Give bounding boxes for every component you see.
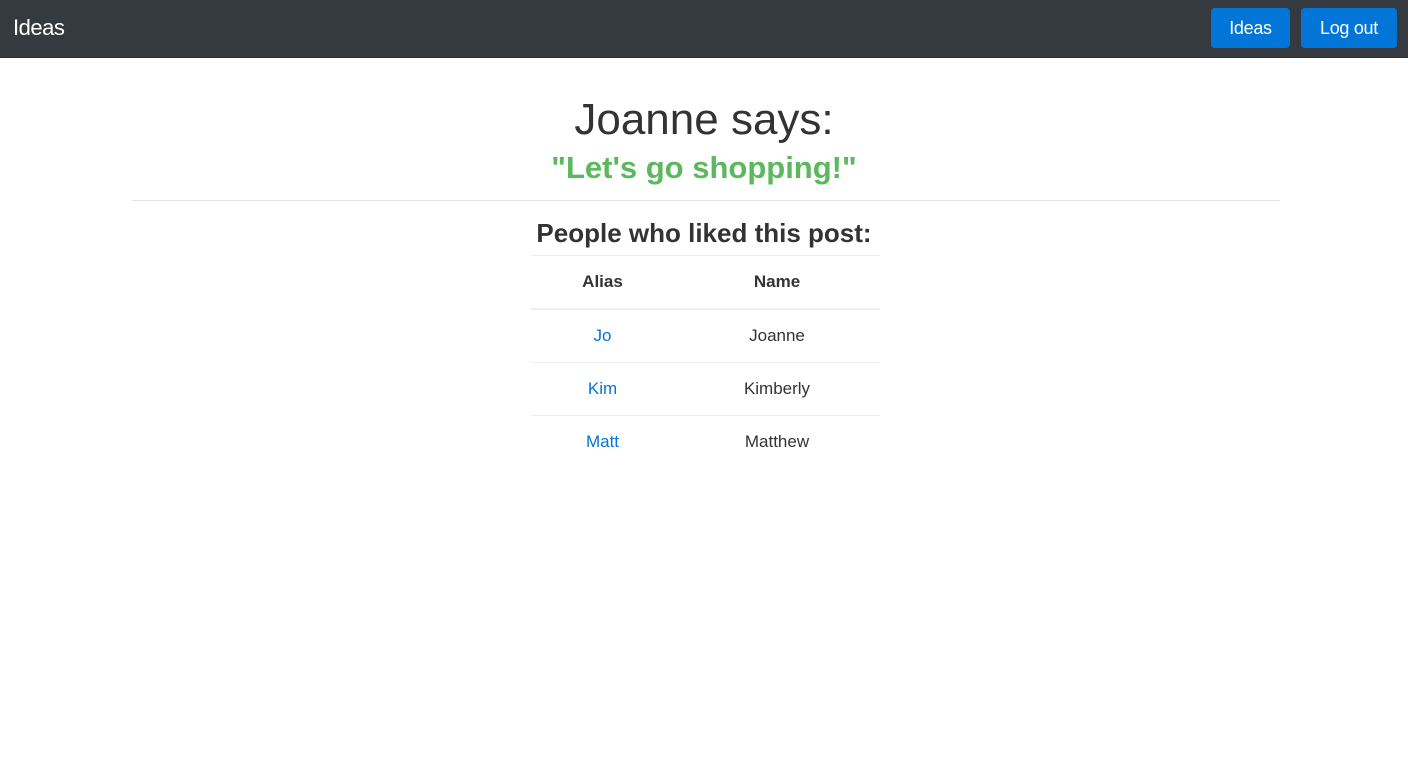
navbar: Ideas Ideas Log out	[0, 0, 1408, 58]
likes-table-header: Alias Name	[531, 255, 880, 310]
post-author-heading: Joanne says:	[574, 95, 834, 144]
logout-button[interactable]: Log out	[1301, 8, 1397, 48]
table-header-row: Alias Name	[531, 255, 880, 310]
alias-cell: Matt	[531, 415, 674, 468]
alias-link-kim[interactable]: Kim	[588, 379, 617, 398]
column-header-alias: Alias	[531, 255, 674, 310]
likes-table: Alias Name Jo Joanne Kim Kimberly Matt M…	[531, 255, 880, 468]
post-quote: "Let's go shopping!"	[551, 150, 857, 185]
brand-link[interactable]: Ideas	[13, 14, 65, 42]
name-cell: Kimberly	[674, 362, 880, 416]
divider	[132, 200, 1280, 201]
alias-cell: Kim	[531, 362, 674, 416]
table-row: Jo Joanne	[531, 308, 880, 363]
alias-cell: Jo	[531, 308, 674, 363]
name-cell: Matthew	[674, 415, 880, 468]
likes-table-body: Jo Joanne Kim Kimberly Matt Matthew	[531, 308, 880, 468]
table-row: Matt Matthew	[531, 415, 880, 468]
ideas-button[interactable]: Ideas	[1211, 8, 1290, 48]
column-header-name: Name	[674, 255, 880, 310]
name-cell: Joanne	[674, 308, 880, 363]
alias-link-matt[interactable]: Matt	[586, 432, 619, 451]
likes-heading: People who liked this post:	[536, 218, 872, 248]
table-row: Kim Kimberly	[531, 362, 880, 416]
alias-link-jo[interactable]: Jo	[594, 326, 612, 345]
